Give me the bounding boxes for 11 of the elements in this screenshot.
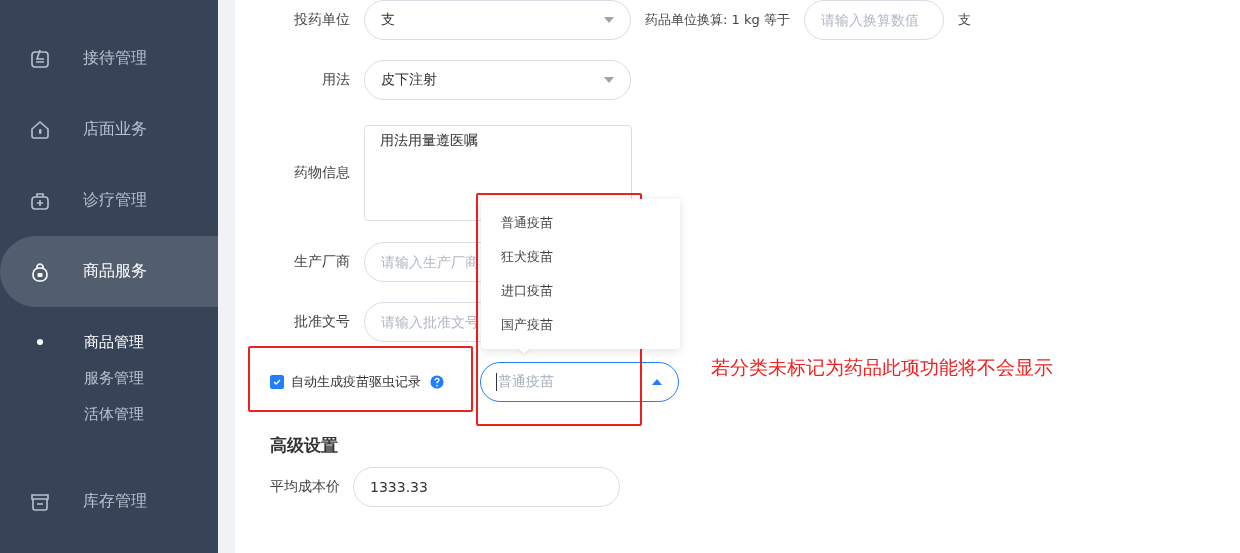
field-label: 投药单位 [293,11,350,29]
conversion-label: 药品单位换算: 1 kg 等于 [645,11,790,29]
field-label: 平均成本价 [270,478,340,496]
section-title: 高级设置 [270,434,339,457]
checkbox-label: 自动生成疫苗驱虫记录 [291,373,421,391]
field-label: 批准文号 [293,313,350,331]
field-label: 药物信息 [293,164,350,182]
annotation-text: 若分类未标记为药品此项功能将不会显示 [711,355,1053,380]
field-label: 生产厂商 [293,253,350,271]
unit-suffix: 支 [957,11,971,29]
field-label: 用法 [321,71,350,89]
